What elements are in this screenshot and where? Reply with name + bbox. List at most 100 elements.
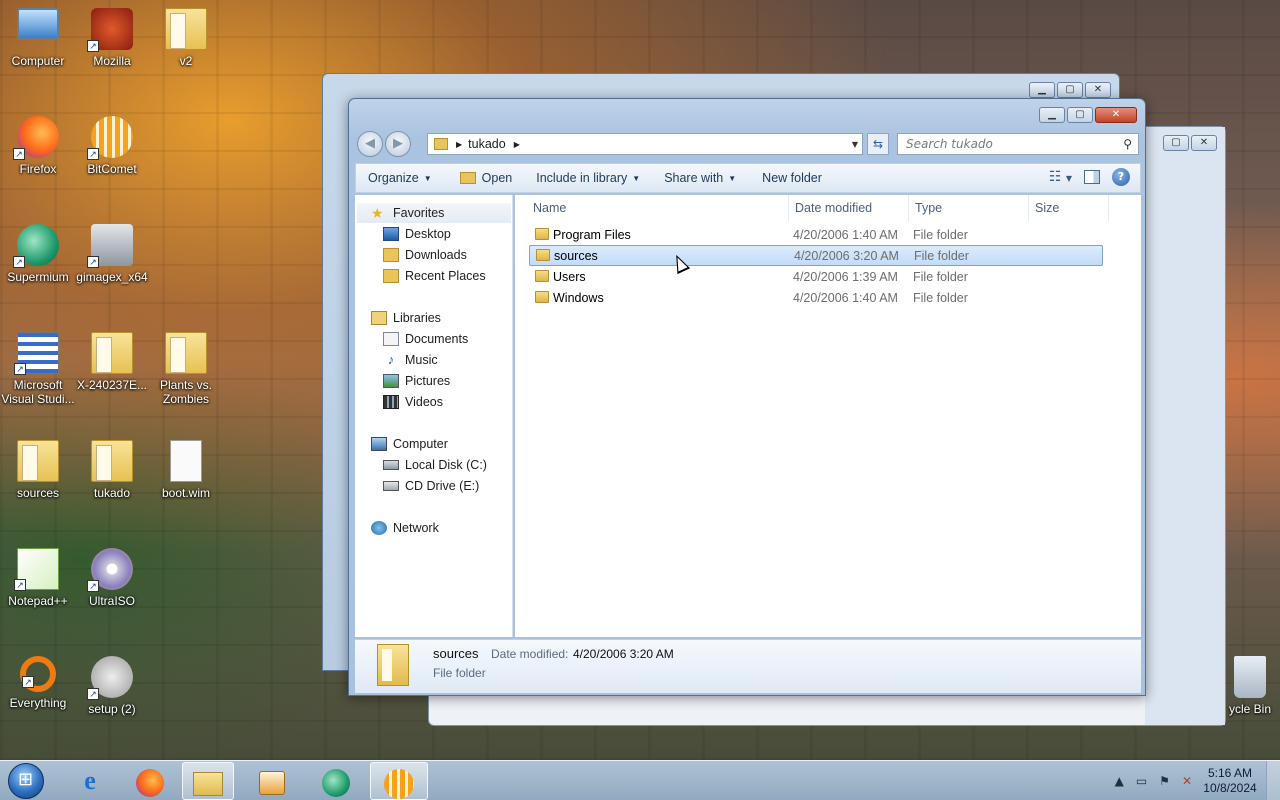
column-label: Type: [915, 201, 943, 215]
desktop-icon-sources[interactable]: sources: [0, 440, 76, 500]
taskbar-app-bitcomet[interactable]: [370, 762, 428, 800]
nav-videos[interactable]: Videos: [383, 392, 443, 412]
taskbar-app-explorer[interactable]: [182, 762, 234, 800]
minimize-icon[interactable]: ▁: [1039, 107, 1065, 123]
refresh-button[interactable]: ⇆: [867, 133, 889, 155]
close-icon[interactable]: ✕: [1095, 107, 1137, 123]
nav-pictures[interactable]: Pictures: [383, 371, 450, 391]
organize-button[interactable]: Organize ▼: [356, 163, 442, 193]
open-button[interactable]: Open: [450, 163, 523, 193]
nav-libraries[interactable]: Libraries: [371, 308, 441, 328]
show-desktop-button[interactable]: [1266, 761, 1280, 800]
nav-label: Documents: [405, 332, 469, 346]
desktop-icon-everything[interactable]: ↗ Everything: [0, 656, 76, 710]
desktop-icon-recycle-bin[interactable]: ycle Bin: [1220, 656, 1280, 716]
new-folder-button[interactable]: New folder: [752, 163, 832, 193]
nav-label: Videos: [405, 395, 443, 409]
nav-network[interactable]: Network: [371, 518, 439, 538]
minimize-icon[interactable]: ▁: [1029, 82, 1055, 98]
nav-music[interactable]: ♪ Music: [383, 350, 438, 370]
nav-label: Network: [393, 521, 439, 535]
nav-desktop[interactable]: Desktop: [383, 224, 451, 244]
column-header-type[interactable]: Type: [909, 195, 1029, 221]
maximize-icon[interactable]: ▢: [1163, 135, 1189, 151]
taskbar-app-firefox[interactable]: [124, 762, 176, 800]
nav-recent-places[interactable]: Recent Places: [383, 266, 486, 286]
nav-computer[interactable]: Computer: [371, 434, 448, 454]
address-dropdown-icon[interactable]: ▼: [852, 140, 858, 149]
maximize-icon[interactable]: ▢: [1067, 107, 1093, 123]
help-icon[interactable]: ?: [1112, 168, 1130, 186]
clock[interactable]: 5:16 AM 10/8/2024: [1198, 766, 1262, 796]
desktop-icon-notepadpp[interactable]: ↗ Notepad++: [0, 548, 76, 608]
forward-button[interactable]: ▶: [385, 131, 411, 157]
organize-label: Organize: [368, 171, 419, 185]
monitor-icon[interactable]: ▭: [1136, 774, 1147, 788]
taskbar-app-supermium[interactable]: [310, 762, 362, 800]
desktop-icon-label: BitComet: [87, 162, 137, 176]
desktop-icon-plants-vs-zombies[interactable]: Plants vs. Zombies: [148, 332, 224, 406]
background-window-pane: [1145, 127, 1225, 725]
change-view-icon[interactable]: ☷ ▼: [1049, 169, 1072, 185]
breadcrumb-separator-icon[interactable]: ▶: [514, 140, 520, 149]
breadcrumb-tukado[interactable]: tukado: [468, 137, 506, 151]
visual-studio-icon: ↗: [14, 332, 59, 375]
taskbar-app-media-player[interactable]: [246, 762, 298, 800]
desktop-icon-x240237e[interactable]: X-240237E...: [74, 332, 150, 392]
include-in-library-button[interactable]: Include in library ▼: [526, 163, 650, 193]
explorer-window[interactable]: ▁ ▢ ✕ ◀ ▶ ▶ tukado ▶ ▼ ⇆ Search tukado ⚲…: [348, 98, 1146, 696]
address-bar[interactable]: ▶ tukado ▶ ▼: [427, 133, 863, 155]
nav-downloads[interactable]: Downloads: [383, 245, 467, 265]
nav-local-disk[interactable]: Local Disk (C:): [383, 455, 487, 475]
table-row-selected[interactable]: sources 4/20/2006 3:20 AM File folder: [529, 245, 1103, 266]
desktop-icon-ultraiso[interactable]: ↗ UltraISO: [74, 548, 150, 608]
desktop-icon-supermium[interactable]: ↗ Supermium: [0, 224, 76, 284]
taskbar-app-internet-explorer[interactable]: e: [64, 762, 116, 800]
desktop-icon-label: ycle Bin: [1228, 702, 1272, 716]
desktop-icon-label: tukado: [93, 486, 131, 500]
nav-cd-drive[interactable]: CD Drive (E:): [383, 476, 479, 496]
column-header-size[interactable]: Size: [1029, 195, 1109, 221]
start-button[interactable]: [8, 763, 44, 799]
desktop-icon-setup2[interactable]: ↗ setup (2): [74, 656, 150, 716]
desktop-icon-boot-wim[interactable]: boot.wim: [148, 440, 224, 500]
address-row: ◀ ▶ ▶ tukado ▶ ▼ ⇆ Search tukado ⚲: [357, 131, 1139, 157]
table-row[interactable]: Windows 4/20/2006 1:40 AM File folder: [529, 288, 1103, 309]
ultraiso-icon: ↗: [87, 548, 133, 592]
desktop-icon-gimagex[interactable]: ↗ gimagex_x64: [74, 224, 150, 284]
close-icon[interactable]: ✕: [1085, 82, 1111, 98]
desktop-icon-label: Microsoft Visual Studi...: [1, 378, 75, 406]
desktop-icon-mozilla[interactable]: ↗ Mozilla: [74, 8, 150, 68]
desktop-icon-bitcomet[interactable]: ↗ BitComet: [74, 116, 150, 176]
maximize-icon[interactable]: ▢: [1057, 82, 1083, 98]
back-button[interactable]: ◀: [357, 131, 383, 157]
column-label: Name: [533, 201, 567, 215]
search-input[interactable]: Search tukado ⚲: [897, 133, 1139, 155]
pictures-icon: [383, 374, 399, 388]
preview-pane-icon[interactable]: [1084, 170, 1100, 184]
nav-label: Downloads: [405, 248, 467, 262]
volume-muted-icon[interactable]: ✕: [1182, 774, 1192, 788]
open-folder-icon: [459, 172, 476, 184]
table-row[interactable]: Users 4/20/2006 1:39 AM File folder: [529, 267, 1103, 288]
computer-icon: [17, 8, 59, 40]
nav-favorites[interactable]: ★ Favorites: [371, 203, 444, 223]
action-center-flag-icon[interactable]: ⚑: [1159, 774, 1170, 788]
navigation-pane: ★ Favorites Desktop Downloads Recent Pla…: [355, 195, 513, 637]
close-icon[interactable]: ✕: [1191, 135, 1217, 151]
share-with-button[interactable]: Share with ▼: [654, 163, 746, 193]
column-header-date-modified[interactable]: Date modified: [789, 195, 909, 221]
desktop-icon-visual-studio[interactable]: ↗ Microsoft Visual Studi...: [0, 332, 76, 406]
nav-documents[interactable]: Documents: [383, 329, 468, 349]
nav-label: CD Drive (E:): [405, 479, 480, 493]
column-header-name[interactable]: Name: [527, 195, 789, 221]
show-hidden-icons-icon[interactable]: ▲: [1115, 774, 1124, 788]
desktop-icon-v2[interactable]: v2: [148, 8, 224, 68]
desktop-icon-computer[interactable]: Computer: [0, 8, 76, 68]
table-row[interactable]: Program Files 4/20/2006 1:40 AM File fol…: [529, 225, 1103, 246]
desktop-icon-firefox[interactable]: ↗ Firefox: [0, 116, 76, 176]
search-icon[interactable]: ⚲: [1123, 134, 1132, 154]
breadcrumb-separator-icon[interactable]: ▶: [456, 140, 462, 149]
file-type: File folder: [913, 270, 968, 284]
desktop-icon-tukado[interactable]: tukado: [74, 440, 150, 500]
